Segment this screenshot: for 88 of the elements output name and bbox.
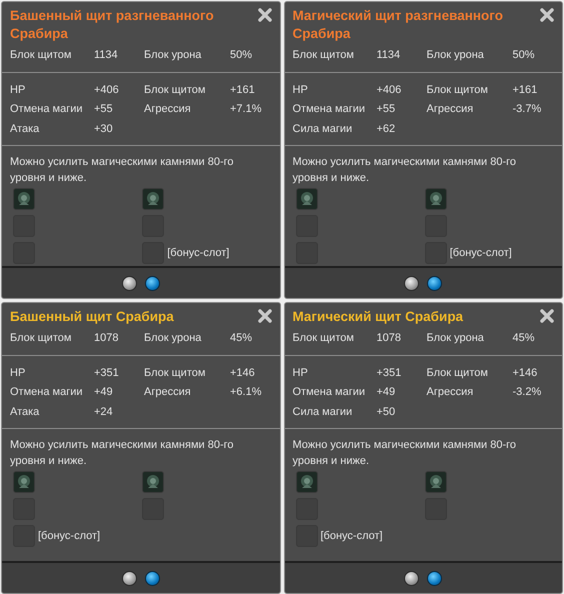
stat-label: Отмена магии: [10, 385, 84, 400]
stat-value: 50%: [230, 48, 254, 63]
stat-value: +49: [94, 385, 114, 400]
stat-value: -3.2%: [512, 385, 542, 400]
stat-label: Отмена магии: [292, 385, 366, 400]
stat-label: Блок щитом: [292, 331, 355, 346]
stat-label: Агрессия: [144, 102, 192, 117]
stat-value: 1078: [376, 331, 402, 346]
stat-label: Блок урона: [426, 48, 485, 63]
socket-note: Можно усилить магическими камнями 80-го уровня и ниже.: [292, 155, 518, 186]
item-title: Башенный щит разгневанного Срабира: [10, 7, 215, 43]
socket-note: Можно усилить магическими камнями 80-го уровня и ниже.: [292, 438, 518, 469]
stat-value: -3.7%: [512, 102, 542, 117]
close-icon[interactable]: [258, 8, 272, 22]
stat-value: +49: [376, 385, 396, 400]
stat-value: 1134: [94, 48, 119, 63]
gem-socket[interactable]: [13, 188, 35, 210]
stat-label: Атака: [10, 404, 40, 420]
stat-value: +6.1%: [230, 385, 262, 400]
stat-value: 1078: [94, 331, 120, 346]
stat-value: 45%: [512, 331, 536, 346]
gem-socket[interactable]: [142, 188, 164, 210]
stat-value: +146: [512, 366, 538, 380]
stat-value: +30: [94, 122, 114, 136]
stat-value: +406: [94, 82, 120, 98]
stat-label: HP: [10, 366, 26, 380]
stat-value: +55: [376, 102, 396, 117]
stat-value: +7.1%: [230, 102, 262, 117]
bonus-slot-label: [бонус-слот]: [38, 528, 100, 544]
stat-label: Блок урона: [144, 331, 202, 346]
bonus-slot-label: [бонус-слот]: [320, 528, 383, 544]
stat-label: HP: [292, 366, 309, 380]
stat-label: Отмена магии: [10, 102, 84, 117]
gem-socket[interactable]: [296, 188, 318, 210]
socket-note: Можно усилить магическими камнями 80-го уровня и ниже.: [10, 155, 235, 186]
stat-label: Агрессия: [426, 385, 474, 400]
gem-socket[interactable]: [13, 471, 35, 493]
gem-icon: [296, 189, 316, 209]
close-icon[interactable]: [540, 309, 554, 323]
gem-socket[interactable]: [142, 471, 164, 493]
stat-label: Блок щитом: [426, 366, 489, 380]
stat-label: Блок урона: [426, 331, 485, 346]
stat-label: Сила магии: [292, 122, 354, 136]
bonus-slot-label: [бонус-слот]: [450, 246, 512, 261]
gem-socket[interactable]: [296, 471, 318, 493]
gem-icon: [143, 472, 164, 492]
stat-value: +146: [230, 366, 256, 380]
stat-value: +50: [376, 404, 396, 420]
stat-label: Блок щитом: [10, 48, 72, 63]
stat-label: Блок щитом: [144, 82, 206, 98]
bonus-slot-label: [бонус-слот]: [167, 246, 230, 261]
stat-value: +351: [94, 366, 120, 380]
stat-value: +24: [94, 404, 114, 420]
stat-value: +351: [376, 366, 402, 380]
item-title: Магический щит разгневанного Срабира: [292, 7, 504, 43]
gem-socket[interactable]: [424, 471, 447, 493]
stat-value: +62: [376, 122, 396, 136]
stat-label: Агрессия: [426, 102, 474, 117]
gem-icon: [426, 189, 446, 209]
stat-label: Блок щитом: [292, 48, 355, 63]
gem-socket[interactable]: [424, 188, 447, 210]
item-title: Башенный щит Срабира: [10, 308, 175, 326]
stat-label: Атака: [10, 122, 40, 136]
close-icon[interactable]: [258, 309, 272, 323]
stat-value: 50%: [512, 48, 536, 63]
gem-icon: [296, 472, 316, 492]
stat-label: Сила магии: [292, 404, 354, 420]
stat-label: Блок урона: [144, 48, 202, 63]
stat-label: HP: [10, 82, 26, 98]
socket-note: Можно усилить магическими камнями 80-го уровня и ниже.: [10, 438, 235, 469]
gem-icon: [143, 189, 164, 209]
gem-icon: [14, 189, 34, 209]
stat-value: 45%: [230, 331, 254, 346]
item-title: Магический щит Срабира: [292, 308, 464, 326]
stat-label: Блок щитом: [144, 366, 206, 380]
stat-label: Отмена магии: [292, 102, 366, 117]
stat-label: Блок щитом: [10, 331, 72, 346]
gem-icon: [426, 472, 446, 492]
close-icon[interactable]: [540, 8, 554, 22]
stat-value: +161: [512, 82, 538, 98]
stat-value: +406: [376, 82, 402, 98]
gem-icon: [14, 472, 34, 492]
stat-label: HP: [292, 82, 309, 98]
stat-label: Агрессия: [144, 385, 192, 400]
stat-label: Блок щитом: [426, 82, 489, 98]
stat-value: 1134: [376, 48, 402, 63]
stat-value: +161: [230, 82, 256, 98]
stat-value: +55: [94, 102, 114, 117]
